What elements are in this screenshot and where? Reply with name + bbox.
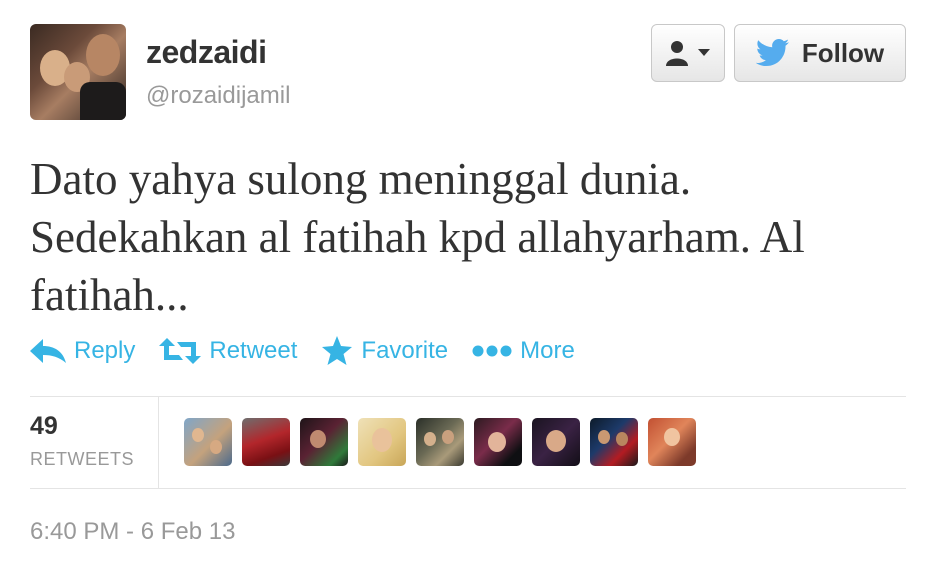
retweet-count-label[interactable]: RETWEETS: [30, 449, 134, 470]
retweet-icon: [159, 338, 202, 364]
reply-label: Reply: [74, 337, 136, 364]
more-button[interactable]: More: [472, 337, 575, 365]
retweeter-avatar[interactable]: [242, 418, 290, 466]
favorite-label: Favorite: [361, 337, 449, 364]
tweet-actions: Reply Retweet Favorite More: [30, 336, 599, 366]
follow-button[interactable]: Follow: [734, 24, 906, 82]
star-icon: [322, 336, 353, 365]
retweeter-avatar[interactable]: [416, 418, 464, 466]
tweet-text: Dato yahya sulong meninggal dunia. Sedek…: [30, 154, 805, 320]
retweeter-avatar[interactable]: [474, 418, 522, 466]
user-actions-dropdown-button[interactable]: [651, 24, 725, 82]
retweeter-avatar[interactable]: [532, 418, 580, 466]
retweeter-avatar[interactable]: [300, 418, 348, 466]
tweet-timestamp[interactable]: 6:40 PM - 6 Feb 13: [30, 518, 235, 546]
retweeter-avatar[interactable]: [590, 418, 638, 466]
stats-divider-top: [30, 396, 906, 397]
retweet-label: Retweet: [209, 337, 298, 364]
retweet-button[interactable]: Retweet: [159, 337, 297, 365]
retweeter-avatar[interactable]: [648, 418, 696, 466]
stats-vertical-divider: [158, 397, 159, 488]
person-icon: [666, 41, 688, 66]
retweeter-avatar[interactable]: [358, 418, 406, 466]
retweet-count[interactable]: 49: [30, 412, 58, 441]
username[interactable]: @rozaidijamil: [146, 82, 290, 110]
reply-button[interactable]: Reply: [30, 337, 135, 365]
retweeter-avatar[interactable]: [184, 418, 232, 466]
follow-button-label: Follow: [801, 37, 885, 68]
more-label: More: [520, 337, 575, 364]
ellipsis-dots-icon: [472, 345, 512, 357]
reply-arrow-icon: [30, 339, 66, 363]
avatar-shirt: [80, 82, 126, 120]
avatar-face: [86, 34, 120, 76]
display-name[interactable]: zedzaidi: [146, 34, 267, 71]
favorite-button[interactable]: Favorite: [321, 336, 448, 366]
author-avatar[interactable]: [30, 24, 126, 120]
twitter-bird-icon: [755, 39, 789, 66]
chevron-down-icon: [698, 49, 710, 56]
retweeter-avatars: [184, 418, 706, 466]
stats-divider-bottom: [30, 488, 906, 489]
